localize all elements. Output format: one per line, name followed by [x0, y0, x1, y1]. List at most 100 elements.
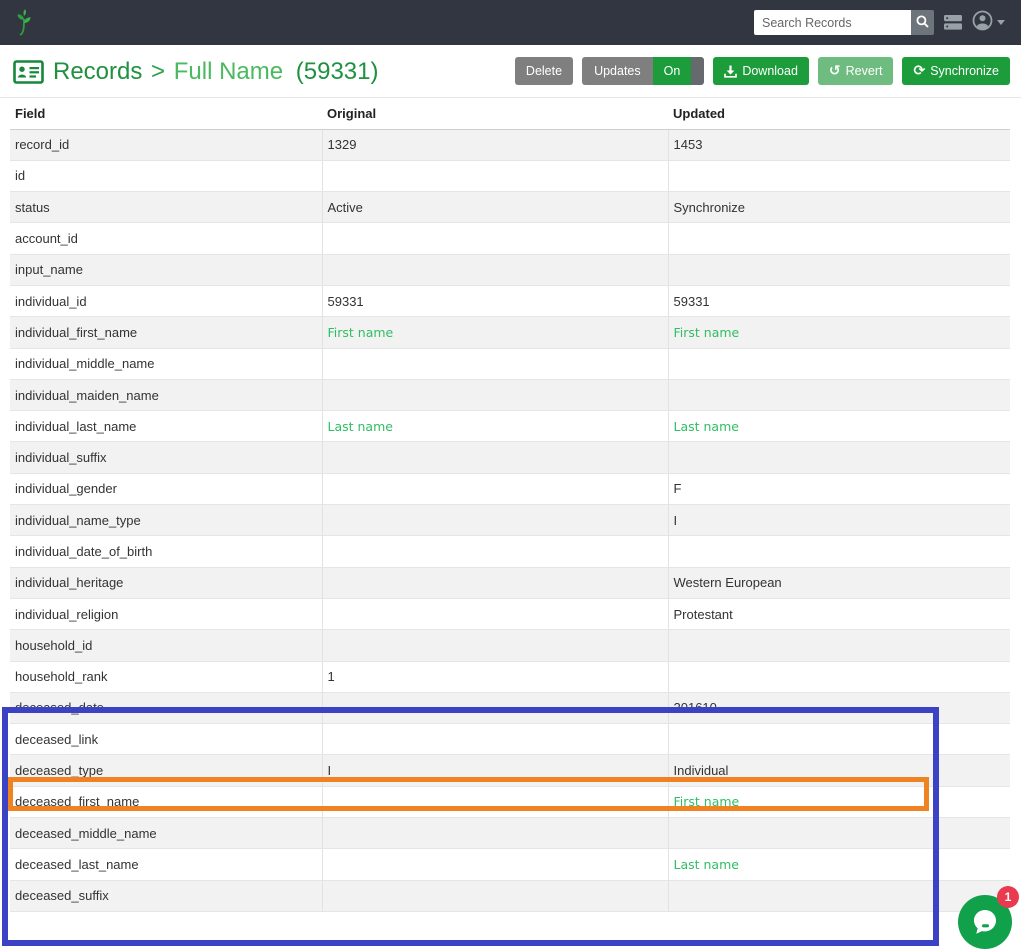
- updated-cell: 201610: [668, 692, 1010, 723]
- record-id-label: (59331): [296, 58, 379, 85]
- record-name-label: Full Name: [174, 58, 283, 85]
- breadcrumb-records-link[interactable]: Records: [53, 58, 142, 85]
- field-cell: record_id: [10, 129, 322, 160]
- updated-cell: Synchronize: [668, 192, 1010, 223]
- delete-button[interactable]: Delete: [515, 57, 573, 85]
- field-cell: individual_date_of_birth: [10, 536, 322, 567]
- column-header-updated: Updated: [668, 99, 1010, 129]
- field-cell: account_id: [10, 223, 322, 254]
- top-navbar: [0, 0, 1021, 45]
- field-cell: individual_suffix: [10, 442, 322, 473]
- updated-cell: F: [668, 473, 1010, 504]
- field-cell: individual_gender: [10, 473, 322, 504]
- field-cell: individual_first_name: [10, 317, 322, 348]
- original-cell: [322, 473, 668, 504]
- chat-notification-badge: 1: [997, 886, 1019, 908]
- search-input[interactable]: [754, 10, 911, 35]
- updated-cell: Western European: [668, 567, 1010, 598]
- synchronize-button[interactable]: ⟳ Synchronize: [902, 57, 1010, 85]
- action-button-row: Delete Updates On Download ↺ Revert ⟳ Sy…: [515, 57, 1010, 85]
- updated-cell: Protestant: [668, 598, 1010, 629]
- sync-icon: ⟳: [913, 64, 925, 78]
- revert-button[interactable]: ↺ Revert: [818, 57, 894, 85]
- download-icon: [724, 65, 737, 78]
- updates-toggle-handle[interactable]: [691, 57, 704, 85]
- table-row: deceased_type I Individual: [10, 755, 1010, 786]
- table-row: individual_middle_name: [10, 348, 1010, 379]
- original-cell: [322, 223, 668, 254]
- original-cell: Last name: [322, 411, 668, 442]
- table-row: individual_maiden_name: [10, 379, 1010, 410]
- field-cell: individual_religion: [10, 598, 322, 629]
- original-cell: [322, 818, 668, 849]
- original-cell: 1: [322, 661, 668, 692]
- updated-cell: [668, 724, 1010, 755]
- chevron-down-icon: [997, 20, 1005, 25]
- field-cell: individual_last_name: [10, 411, 322, 442]
- updated-cell: First name: [668, 317, 1010, 348]
- updates-toggle: Updates On: [582, 57, 704, 85]
- updates-on-button[interactable]: On: [653, 57, 692, 85]
- table-row: individual_name_type I: [10, 505, 1010, 536]
- original-cell: [322, 254, 668, 285]
- updated-cell: [668, 630, 1010, 661]
- table-row: deceased_date 201610: [10, 692, 1010, 723]
- table-row: id: [10, 160, 1010, 191]
- table-row: status Active Synchronize: [10, 192, 1010, 223]
- table-row: individual_id 59331 59331: [10, 285, 1010, 316]
- original-cell: [322, 598, 668, 629]
- original-cell: [322, 692, 668, 723]
- field-cell: individual_id: [10, 285, 322, 316]
- table-row: deceased_middle_name: [10, 818, 1010, 849]
- revert-icon: ↺: [829, 64, 841, 78]
- original-cell: I: [322, 755, 668, 786]
- download-button[interactable]: Download: [713, 57, 809, 85]
- original-cell: First name: [322, 317, 668, 348]
- table-header-row: Field Original Updated: [10, 99, 1010, 129]
- original-cell: [322, 724, 668, 755]
- speech-bubble-icon: [970, 907, 1000, 937]
- breadcrumb-separator: >: [151, 58, 165, 85]
- field-cell: deceased_link: [10, 724, 322, 755]
- original-cell: [322, 505, 668, 536]
- records-table-body: record_id 1329 1453 id status Active Syn…: [10, 129, 1010, 911]
- user-menu-button[interactable]: [972, 10, 1005, 36]
- field-cell: deceased_last_name: [10, 849, 322, 880]
- original-cell: Active: [322, 192, 668, 223]
- records-batch-icon[interactable]: [944, 15, 962, 30]
- updated-cell: [668, 254, 1010, 285]
- original-cell: [322, 348, 668, 379]
- sprout-logo-icon[interactable]: [13, 9, 35, 36]
- updated-cell: [668, 379, 1010, 410]
- search-group: [754, 10, 934, 35]
- original-cell: [322, 567, 668, 598]
- id-card-icon: [13, 60, 44, 84]
- table-row: household_rank 1: [10, 661, 1010, 692]
- table-row: deceased_first_name First name: [10, 786, 1010, 817]
- table-row: deceased_suffix: [10, 880, 1010, 911]
- updates-label-button[interactable]: Updates: [582, 57, 653, 85]
- updated-cell: First name: [668, 786, 1010, 817]
- field-cell: individual_maiden_name: [10, 379, 322, 410]
- column-header-field: Field: [10, 99, 322, 129]
- table-row: individual_gender F: [10, 473, 1010, 504]
- field-cell: id: [10, 160, 322, 191]
- original-cell: [322, 442, 668, 473]
- field-cell: deceased_date: [10, 692, 322, 723]
- original-cell: [322, 786, 668, 817]
- updated-cell: Individual: [668, 755, 1010, 786]
- original-cell: [322, 379, 668, 410]
- updated-cell: 59331: [668, 285, 1010, 316]
- original-cell: [322, 849, 668, 880]
- field-cell: deceased_suffix: [10, 880, 322, 911]
- updated-cell: [668, 348, 1010, 379]
- table-row: individual_suffix: [10, 442, 1010, 473]
- field-cell: individual_heritage: [10, 567, 322, 598]
- table-row: account_id: [10, 223, 1010, 254]
- field-cell: deceased_type: [10, 755, 322, 786]
- table-row: individual_religion Protestant: [10, 598, 1010, 629]
- field-cell: individual_name_type: [10, 505, 322, 536]
- updated-cell: Last name: [668, 411, 1010, 442]
- updated-cell: [668, 536, 1010, 567]
- search-button[interactable]: [911, 10, 934, 35]
